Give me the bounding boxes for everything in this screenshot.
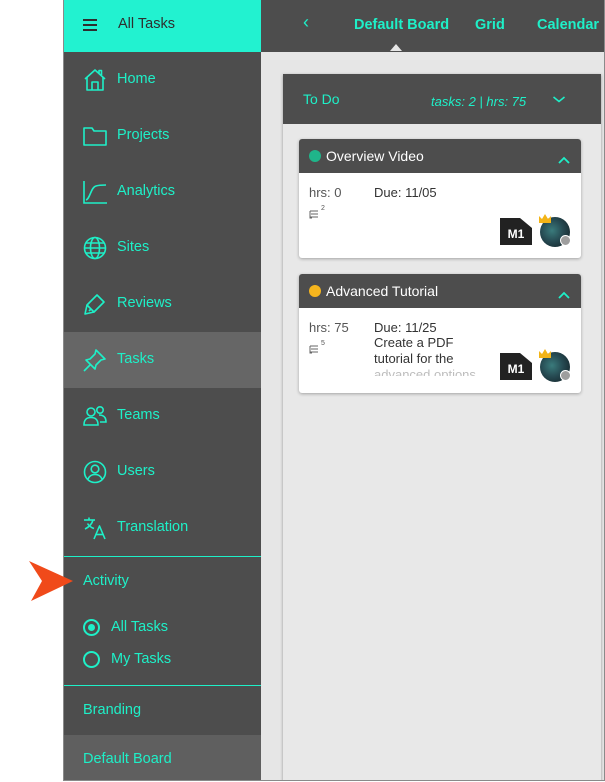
subtask-count: 5: [321, 340, 325, 347]
milestone-label: M1: [507, 227, 525, 241]
people-icon: [82, 403, 108, 429]
card-hours: hrs: 75: [309, 320, 349, 335]
globe-icon: [82, 235, 108, 261]
app-window: All Tasks Home Projects Analytics Sites: [63, 0, 605, 781]
hamburger-menu-icon[interactable]: [83, 19, 97, 31]
my-tasks-radio[interactable]: [83, 651, 100, 668]
card-header[interactable]: Overview Video: [299, 139, 581, 173]
my-tasks-label[interactable]: My Tasks: [111, 651, 171, 667]
card-due-date: Due: 11/05: [374, 185, 437, 200]
avatar[interactable]: [539, 214, 571, 247]
sidebar-item-label: Home: [117, 71, 156, 87]
milestone-badge: M1: [500, 353, 532, 380]
active-tab-indicator: [390, 44, 402, 51]
card-due-date: Due: 11/25: [374, 320, 437, 335]
default-board-label: Default Board: [83, 751, 172, 767]
sidebar-item-label: Sites: [117, 239, 150, 255]
column-header[interactable]: To Do tasks: 2 | hrs: 75: [283, 74, 601, 124]
sidebar-item-label: Tasks: [117, 351, 155, 367]
sidebar-item-teams[interactable]: Teams: [64, 388, 261, 444]
description-line: Create a PDF: [374, 335, 454, 350]
milestone-badge: M1: [500, 218, 532, 245]
tab-default-board[interactable]: Default Board: [354, 17, 449, 33]
chevron-up-icon[interactable]: [558, 151, 570, 164]
chevron-down-icon[interactable]: [551, 92, 566, 103]
top-tab-bar: ‹ Default Board Grid Calendar: [261, 0, 604, 52]
all-tasks-label[interactable]: All Tasks: [111, 619, 168, 635]
sidebar-item-projects[interactable]: Projects: [64, 108, 261, 164]
default-board-item[interactable]: Default Board: [64, 735, 261, 780]
home-icon: [82, 67, 108, 93]
crown-icon: [539, 349, 551, 358]
pointer-arrow-icon: [29, 561, 73, 601]
status-dot: [309, 285, 321, 297]
chevron-left-icon[interactable]: ‹: [303, 12, 309, 33]
sidebar-item-users[interactable]: Users: [64, 444, 261, 500]
column-title: To Do: [303, 91, 340, 107]
sidebar-item-label: Translation: [117, 519, 189, 535]
chevron-up-icon[interactable]: [558, 286, 570, 299]
sidebar-item-tasks[interactable]: Tasks: [64, 332, 261, 388]
presence-indicator: [560, 370, 571, 381]
description-line: tutorial for the: [374, 351, 454, 366]
avatar[interactable]: [539, 349, 571, 382]
board-area: To Do tasks: 2 | hrs: 75 Overview Video …: [261, 52, 604, 780]
sidebar-item-reviews[interactable]: Reviews: [64, 276, 261, 332]
branding-heading[interactable]: Branding: [83, 702, 141, 718]
sidebar-item-sites[interactable]: Sites: [64, 220, 261, 276]
sidebar: All Tasks Home Projects Analytics Sites: [64, 0, 261, 780]
tab-grid[interactable]: Grid: [475, 17, 505, 33]
folder-icon: [82, 123, 108, 149]
translate-icon: [82, 515, 108, 541]
sidebar-item-translation[interactable]: Translation: [64, 500, 261, 556]
column-stats: tasks: 2 | hrs: 75: [431, 94, 527, 109]
sidebar-divider: [64, 556, 261, 557]
crown-icon: [539, 214, 551, 223]
card-description: Create a PDF tutorial for the advanced o…: [374, 335, 494, 376]
analytics-icon: [82, 179, 108, 205]
sidebar-divider: [64, 685, 261, 686]
sidebar-title: All Tasks: [118, 16, 175, 32]
pin-icon: [82, 347, 108, 373]
sidebar-item-label: Teams: [117, 407, 160, 423]
sidebar-item-label: Projects: [117, 127, 170, 143]
status-dot: [309, 150, 321, 162]
sidebar-item-label: Users: [117, 463, 155, 479]
sidebar-item-label: Reviews: [117, 295, 172, 311]
subtask-count: 2: [321, 205, 325, 212]
tab-calendar[interactable]: Calendar: [537, 17, 599, 33]
all-tasks-radio[interactable]: [83, 619, 100, 636]
todo-column: To Do tasks: 2 | hrs: 75 Overview Video …: [283, 74, 601, 780]
description-line: advanced options: [374, 367, 476, 376]
milestone-label: M1: [507, 362, 525, 376]
card-header[interactable]: Advanced Tutorial: [299, 274, 581, 308]
card-title: Advanced Tutorial: [326, 283, 439, 299]
task-card[interactable]: Overview Video hrs: 0 Due: 11/05 2 M1: [299, 139, 581, 258]
sidebar-item-home[interactable]: Home: [64, 52, 261, 108]
sidebar-header: All Tasks: [64, 0, 261, 52]
activity-heading: Activity: [83, 573, 129, 589]
sidebar-item-label: Analytics: [117, 183, 176, 199]
highlighter-icon: [82, 291, 108, 317]
card-hours: hrs: 0: [309, 185, 342, 200]
user-circle-icon: [82, 459, 108, 485]
sidebar-item-analytics[interactable]: Analytics: [64, 164, 261, 220]
task-card[interactable]: Advanced Tutorial hrs: 75 Due: 11/25 Cre…: [299, 274, 581, 393]
card-title: Overview Video: [326, 148, 424, 164]
presence-indicator: [560, 235, 571, 246]
